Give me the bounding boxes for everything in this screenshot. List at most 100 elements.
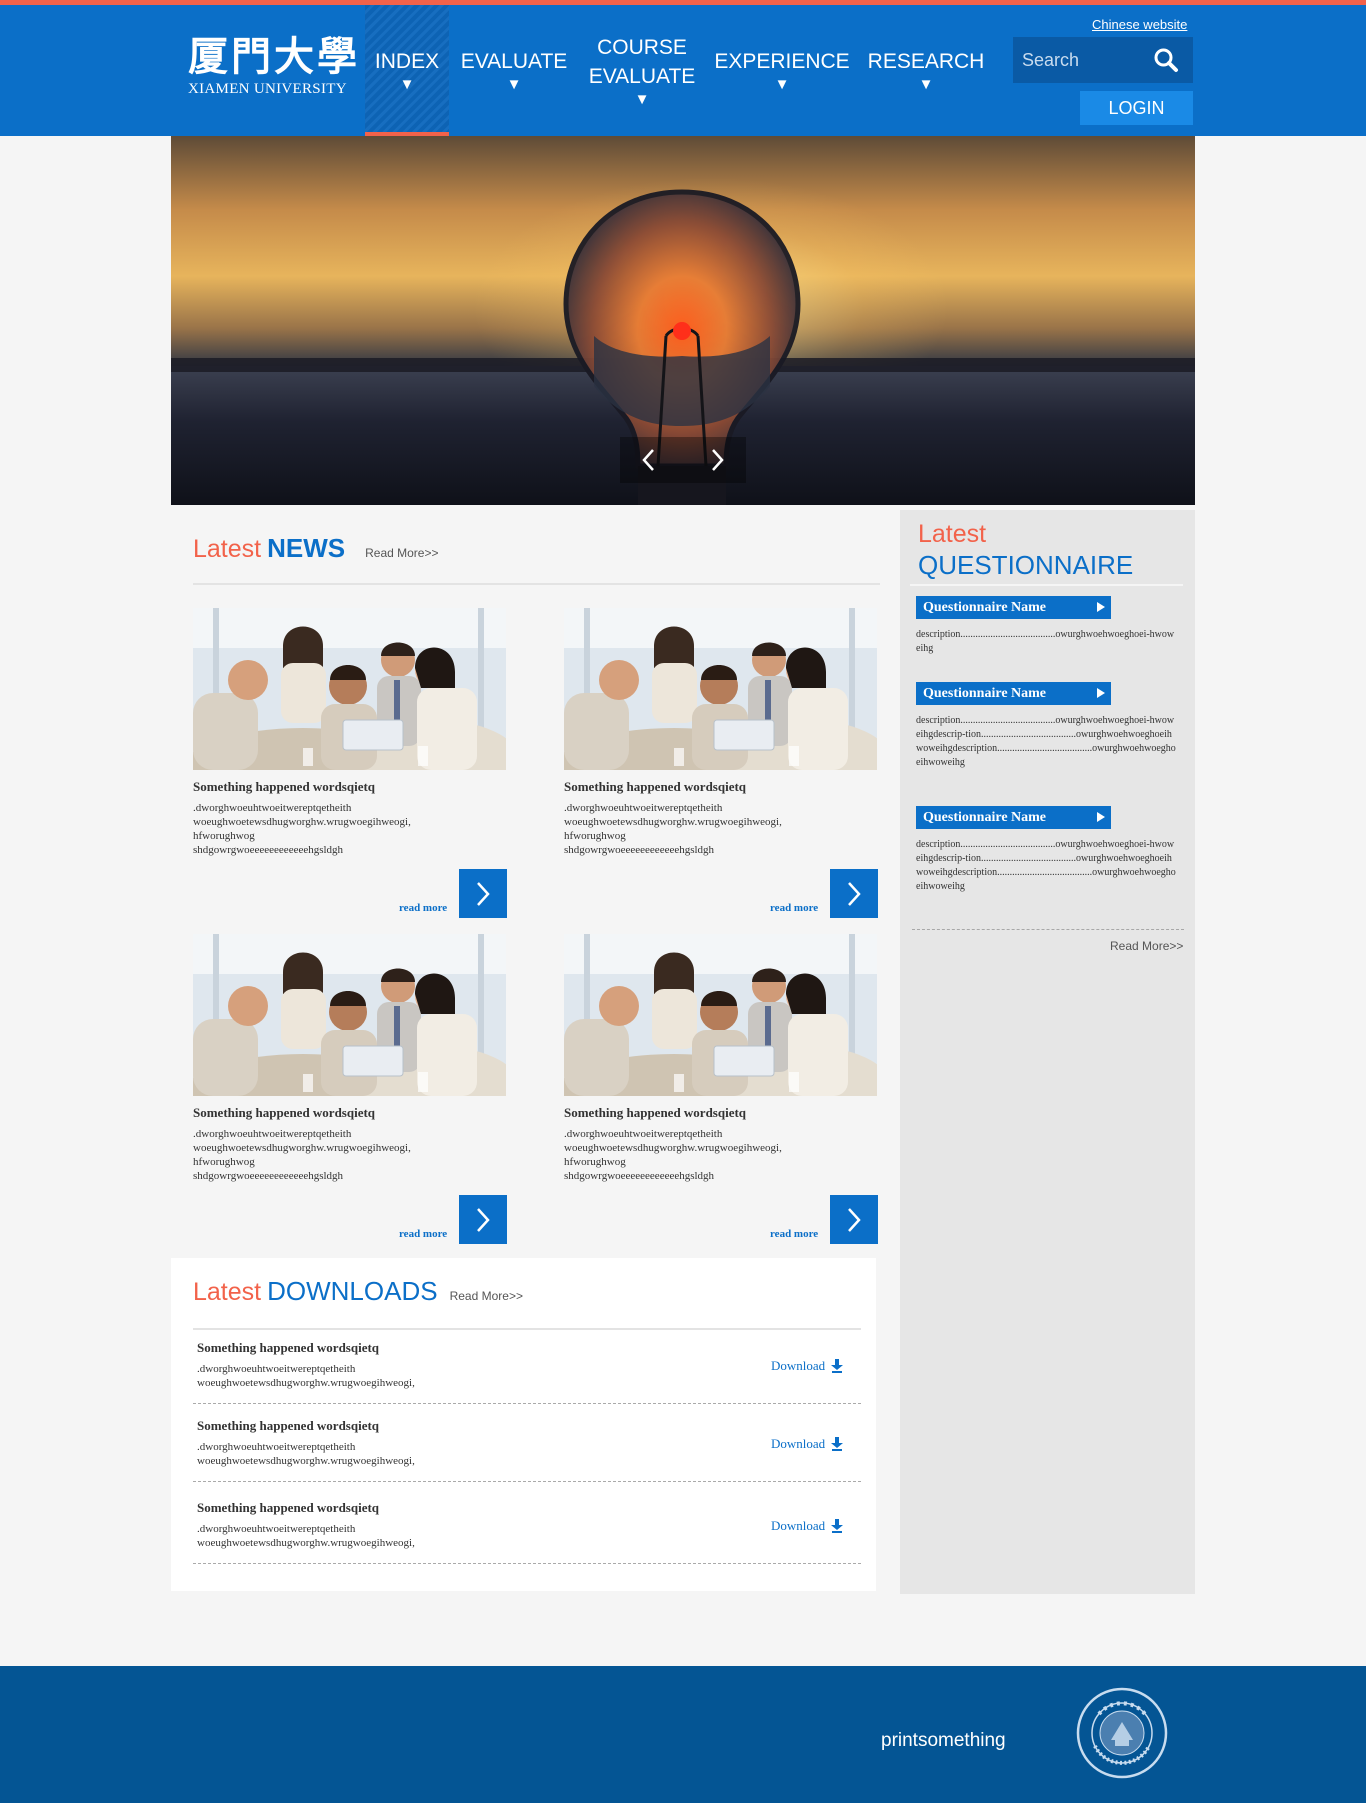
description-line: shdgowrgwoeeeeeeeeeeeehgsldgh: [564, 844, 715, 856]
play-arrow-icon: [1097, 812, 1105, 822]
description-line: woeughwoetewsdhugworghw.wrugwoegihweogi,: [197, 1455, 415, 1467]
news-go-button[interactable]: [830, 1195, 878, 1244]
questionnaire-name: Questionnaire Name: [923, 809, 1047, 825]
chevron-right-icon: [477, 1207, 490, 1232]
questionnaire-description: description.............................…: [916, 715, 1176, 768]
download-item: Something happened wordsqietq .dworghwoe…: [193, 1408, 861, 1482]
download-item-title[interactable]: Something happened wordsqietq: [197, 1500, 379, 1516]
questionnaire-name: Questionnaire Name: [923, 685, 1047, 701]
description-line: .dworghwoeuhtwoeitwereptqetheith: [197, 1441, 356, 1453]
description-line: woeughwoetewsdhugworghw.wrugwoegihweogi,: [193, 1142, 411, 1154]
download-label: Download: [771, 1436, 826, 1451]
search-input[interactable]: [1013, 37, 1143, 83]
questionnaire-name-button[interactable]: Questionnaire Name: [916, 596, 1111, 619]
chinese-website-link[interactable]: Chinese website: [1092, 17, 1187, 32]
business-team-photo: [193, 608, 506, 770]
news-item-title[interactable]: Something happened wordsqietq: [564, 779, 746, 795]
description-line: woeughwoetewsdhugworghw.wrugwoegihweogi,: [197, 1377, 415, 1389]
description-line: shdgowrgwoeeeeeeeeeeeehgsldgh: [193, 1170, 344, 1182]
news-photo[interactable]: [564, 934, 877, 1096]
description-line: .dworghwoeuhtwoeitwereptqetheith: [193, 1128, 352, 1140]
questionnaire-description: description.............................…: [916, 629, 1175, 654]
search-box: [1013, 37, 1193, 83]
search-icon: [1154, 48, 1178, 72]
description-line: woeughwoetewsdhugworghw.wrugwoegihweogi,: [564, 1142, 782, 1154]
download-item-title[interactable]: Something happened wordsqietq: [197, 1418, 379, 1434]
news-card: Something happened wordsqietq .dworghwoe…: [564, 608, 878, 918]
news-photo[interactable]: [193, 934, 506, 1096]
download-label: Download: [771, 1358, 826, 1373]
read-more-link[interactable]: read more: [770, 902, 818, 914]
questionnaire-name-button[interactable]: Questionnaire Name: [916, 806, 1111, 829]
caret-down-icon: ▼: [506, 76, 522, 93]
read-more-link[interactable]: read more: [399, 902, 447, 914]
download-icon: [831, 1437, 844, 1451]
main-nav: INDEX ▼ EVALUATE ▼ COURSE EVALUATE ▼ EXP…: [365, 5, 993, 136]
chevron-right-icon: [848, 1207, 861, 1232]
news-go-button[interactable]: [830, 869, 878, 918]
news-item-title[interactable]: Something happened wordsqietq: [564, 1105, 746, 1121]
nav-item-index[interactable]: INDEX ▼: [365, 5, 449, 136]
downloads-section: Latest DOWNLOADS Read More>> Something h…: [171, 1258, 876, 1591]
download-button[interactable]: Download: [771, 1436, 844, 1452]
questionnaire-name: Questionnaire Name: [923, 599, 1047, 615]
description-line: .dworghwoeuhtwoeitwereptqetheith: [564, 1128, 723, 1140]
news-read-more-link[interactable]: Read More>>: [365, 546, 438, 560]
news-item-description: .dworghwoeuhtwoeitwereptqetheith woeughw…: [193, 1127, 453, 1183]
university-logo[interactable]: 厦門大學 XIAMEN UNIVERSITY: [188, 35, 360, 98]
download-item-description: .dworghwoeuhtwoeitwereptqetheith woeughw…: [197, 1362, 415, 1390]
questionnaire-title-questionnaire: QUESTIONNAIRE: [918, 550, 1134, 580]
questionnaire-sidebar: Latest QUESTIONNAIRE Questionnaire Name …: [900, 510, 1195, 1594]
login-button[interactable]: LOGIN: [1080, 91, 1193, 125]
carousel-prev-button[interactable]: [634, 445, 664, 475]
nav-item-research[interactable]: RESEARCH ▼: [859, 5, 993, 136]
carousel-controls: [620, 437, 746, 483]
download-icon: [831, 1359, 844, 1373]
description-line: shdgowrgwoeeeeeeeeeeeehgsldgh: [193, 844, 344, 856]
description-line: woeughwoetewsdhugworghw.wrugwoegihweogi,: [193, 816, 411, 828]
news-go-button[interactable]: [459, 869, 507, 918]
downloads-read-more-link[interactable]: Read More>>: [450, 1289, 523, 1303]
footer-text: printsomething: [881, 1730, 1006, 1751]
play-arrow-icon: [1097, 602, 1105, 612]
nav-label: RESEARCH: [867, 50, 985, 73]
description-line: hfworughwog: [564, 830, 626, 842]
questionnaire-read-more-link[interactable]: Read More>>: [1110, 939, 1183, 953]
nav-item-evaluate[interactable]: EVALUATE ▼: [449, 5, 579, 136]
news-card: Something happened wordsqietq .dworghwoe…: [193, 608, 507, 918]
divider: [193, 583, 880, 585]
caret-down-icon: ▼: [399, 76, 415, 93]
search-button[interactable]: [1143, 37, 1189, 83]
hero-banner: [171, 136, 1195, 505]
description-line: woeughwoetewsdhugworghw.wrugwoegihweogi,: [197, 1537, 415, 1549]
nav-label: EVALUATE: [460, 50, 568, 73]
read-more-link[interactable]: read more: [770, 1228, 818, 1240]
news-heading: Latest NEWS Read More>>: [193, 533, 439, 564]
news-go-button[interactable]: [459, 1195, 507, 1244]
nav-item-course-evaluate[interactable]: COURSE EVALUATE ▼: [579, 5, 705, 136]
download-button[interactable]: Download: [771, 1518, 844, 1534]
description-line: shdgowrgwoeeeeeeeeeeeehgsldgh: [564, 1170, 715, 1182]
download-button[interactable]: Download: [771, 1358, 844, 1374]
downloads-title-latest: Latest: [193, 1278, 262, 1306]
news-photo[interactable]: [564, 608, 877, 770]
description-line: .dworghwoeuhtwoeitwereptqetheith: [193, 802, 352, 814]
business-team-photo: [564, 934, 877, 1096]
nav-label: COURSE EVALUATE: [588, 35, 696, 88]
download-item-title[interactable]: Something happened wordsqietq: [197, 1340, 379, 1356]
download-label: Download: [771, 1518, 826, 1533]
questionnaire-name-button[interactable]: Questionnaire Name: [916, 682, 1111, 705]
business-team-photo: [193, 934, 506, 1096]
carousel-next-button[interactable]: [702, 445, 732, 475]
chevron-right-icon: [712, 449, 724, 471]
news-title-latest: Latest: [193, 535, 262, 563]
news-photo[interactable]: [193, 608, 506, 770]
read-more-link[interactable]: read more: [399, 1228, 447, 1240]
logo-chinese-name: 厦門大學: [188, 33, 360, 80]
caret-down-icon: ▼: [634, 90, 650, 108]
news-item-title[interactable]: Something happened wordsqietq: [193, 779, 375, 795]
description-line: hfworughwog: [193, 1156, 255, 1168]
nav-item-experience[interactable]: EXPERIENCE ▼: [705, 5, 859, 136]
news-item-title[interactable]: Something happened wordsqietq: [193, 1105, 375, 1121]
download-icon: [831, 1519, 844, 1533]
